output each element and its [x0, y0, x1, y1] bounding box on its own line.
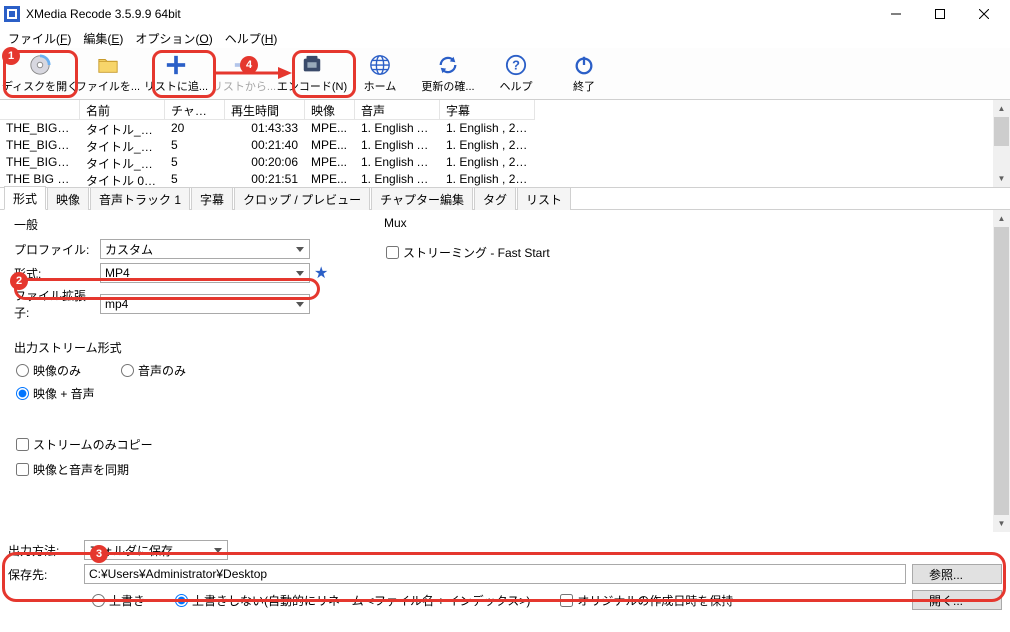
- content-panel: 一般 プロファイル: カスタム 形式: MP4 ★ ファイル拡張子: mp4 出…: [0, 210, 1010, 532]
- menubar: ファイル(F) 編集(E) オプション(O) ヘルプ(H): [0, 28, 1010, 48]
- table-row[interactable]: THE_BIG_B...タイトル_03 ...500:20:06MPE...1.…: [0, 154, 993, 171]
- output-stream-label: 出力ストリーム形式: [14, 339, 983, 356]
- toolbar-remove-list: リストから...: [210, 50, 278, 98]
- tab-7[interactable]: リスト: [517, 187, 571, 210]
- encode-icon: [301, 54, 323, 76]
- ext-combo[interactable]: mp4: [100, 294, 310, 314]
- tab-strip: 形式映像音声トラック 1字幕クロップ / プレビューチャプター編集タグリスト: [0, 188, 1010, 210]
- scroll-down-icon[interactable]: ▼: [993, 170, 1010, 187]
- radio-video-audio[interactable]: 映像 + 音声: [16, 385, 95, 402]
- radio-overwrite[interactable]: 上書き: [92, 592, 145, 609]
- tab-1[interactable]: 映像: [47, 187, 89, 210]
- toolbar-encode[interactable]: エンコード(N): [278, 50, 346, 98]
- output-method-label: 出力方法:: [8, 542, 78, 559]
- output-dest-label: 保存先:: [8, 566, 78, 583]
- disc-icon: [29, 54, 51, 76]
- table-header: 名前チャプター再生時間映像音声字幕: [0, 100, 993, 120]
- toolbar-open-file[interactable]: ファイルを...: [74, 50, 142, 98]
- tab-5[interactable]: チャプター編集: [371, 187, 473, 210]
- tab-0[interactable]: 形式: [4, 186, 46, 210]
- format-label: 形式:: [10, 265, 100, 282]
- open-button[interactable]: 開く...: [912, 590, 1002, 610]
- plus-icon: [165, 54, 187, 76]
- close-button[interactable]: [962, 0, 1006, 28]
- check-sync-av[interactable]: 映像と音声を同期: [16, 461, 983, 478]
- scroll-down-icon[interactable]: ▼: [993, 515, 1010, 532]
- menu-edit[interactable]: 編集(E): [77, 28, 129, 49]
- profile-label: プロファイル:: [10, 241, 100, 258]
- check-keep-date[interactable]: オリジナルの作成日時を保持: [560, 592, 733, 609]
- tab-2[interactable]: 音声トラック 1: [90, 187, 190, 210]
- column-header[interactable]: 字幕: [440, 100, 535, 120]
- table-row[interactable]: THE_BIG_B...タイトル_01 ...2001:43:33MPE...1…: [0, 120, 993, 137]
- power-icon: [573, 54, 595, 76]
- file-list-panel: 名前チャプター再生時間映像音声字幕 THE_BIG_B...タイトル_01 ..…: [0, 100, 1010, 188]
- output-dest-input[interactable]: [84, 564, 906, 584]
- profile-combo[interactable]: カスタム: [100, 239, 310, 259]
- minus-icon: [233, 54, 255, 76]
- table-row[interactable]: THE_BIG_B...タイトル_02 ...500:21:40MPE...1.…: [0, 137, 993, 154]
- window-title: XMedia Recode 3.5.9.9 64bit: [26, 7, 874, 21]
- radio-audio-only[interactable]: 音声のみ: [121, 362, 186, 379]
- minimize-button[interactable]: [874, 0, 918, 28]
- format-combo[interactable]: MP4: [100, 263, 310, 283]
- titlebar: XMedia Recode 3.5.9.9 64bit: [0, 0, 1010, 28]
- folder-icon: [97, 54, 119, 76]
- check-stream-copy[interactable]: ストリームのみコピー: [16, 436, 983, 453]
- toolbar-help[interactable]: ?ヘルプ: [482, 50, 550, 98]
- column-header[interactable]: 映像: [305, 100, 355, 120]
- mux-section-label: Mux: [384, 216, 550, 230]
- column-header[interactable]: チャプター: [165, 100, 225, 120]
- toolbar-update[interactable]: 更新の確...: [414, 50, 482, 98]
- toolbar-add-list[interactable]: リストに追...: [142, 50, 210, 98]
- scroll-up-icon[interactable]: ▲: [993, 210, 1010, 227]
- browse-button[interactable]: 参照...: [912, 564, 1002, 584]
- check-fast-start[interactable]: ストリーミング - Fast Start: [386, 244, 550, 261]
- radio-video-only[interactable]: 映像のみ: [16, 362, 81, 379]
- toolbar-home[interactable]: ホーム: [346, 50, 414, 98]
- globe-icon: [369, 54, 391, 76]
- menu-options[interactable]: オプション(O): [129, 28, 218, 49]
- toolbar-open-disc[interactable]: ディスクを開く: [6, 50, 74, 98]
- menu-help[interactable]: ヘルプ(H): [219, 28, 284, 49]
- tab-4[interactable]: クロップ / プレビュー: [234, 187, 370, 210]
- column-header[interactable]: 音声: [355, 100, 440, 120]
- output-method-combo[interactable]: フォルダに保存: [84, 540, 228, 560]
- column-header[interactable]: 名前: [80, 100, 165, 120]
- content-scrollbar[interactable]: ▲ ▼: [993, 210, 1010, 532]
- tab-6[interactable]: タグ: [474, 187, 516, 210]
- scroll-up-icon[interactable]: ▲: [993, 100, 1010, 117]
- toolbar: ディスクを開くファイルを...リストに追...リストから...エンコード(N)ホ…: [0, 48, 1010, 100]
- refresh-icon: [437, 54, 459, 76]
- table-scrollbar[interactable]: ▲ ▼: [993, 100, 1010, 187]
- column-header[interactable]: [0, 100, 80, 120]
- app-icon: [4, 6, 20, 22]
- output-panel: 出力方法: フォルダに保存 保存先: 参照... 上書き 上書きしない(自動的に…: [0, 532, 1010, 614]
- ext-label: ファイル拡張子:: [10, 287, 100, 321]
- toolbar-exit[interactable]: 終了: [550, 50, 618, 98]
- svg-text:?: ?: [512, 57, 520, 72]
- tab-3[interactable]: 字幕: [191, 187, 233, 210]
- column-header[interactable]: 再生時間: [225, 100, 305, 120]
- favorite-star-icon[interactable]: ★: [314, 263, 328, 283]
- table-row[interactable]: THE BIG B...タイトル 04 ...500:21:51MPE...1.…: [0, 171, 993, 187]
- help-icon: ?: [505, 54, 527, 76]
- maximize-button[interactable]: [918, 0, 962, 28]
- radio-no-overwrite[interactable]: 上書きしない(自動的にリネーム <ファイル名 + インデックス>): [175, 592, 530, 609]
- menu-file[interactable]: ファイル(F): [2, 28, 77, 49]
